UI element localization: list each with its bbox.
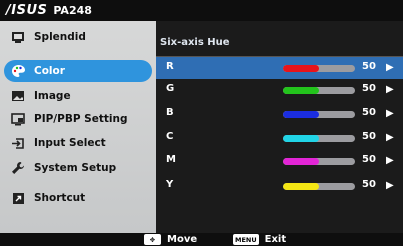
- brand-logo: /ISUS: [6, 3, 48, 18]
- arrow-right-icon: ▶: [386, 108, 394, 119]
- model-name: PA248: [53, 4, 92, 17]
- exit-label: Exit: [264, 234, 287, 245]
- slider-track[interactable]: [283, 183, 355, 190]
- pip-icon: [10, 111, 26, 127]
- sidebar-item-label: Input Select: [34, 137, 106, 149]
- sidebar-item-label: Shortcut: [34, 192, 86, 204]
- sidebar-item-pip-pbp[interactable]: PIP/PBP Setting: [4, 108, 152, 130]
- sidebar-item-shortcut[interactable]: Shortcut: [4, 187, 152, 209]
- wrench-icon: [10, 160, 26, 176]
- slider-label: Y: [166, 179, 174, 190]
- slider-value: 50: [362, 179, 376, 190]
- arrow-right-icon: ▶: [386, 132, 394, 143]
- arrow-right-icon: ▶: [386, 155, 394, 166]
- slider-track[interactable]: [283, 135, 355, 142]
- slider-track[interactable]: [283, 87, 355, 94]
- arrow-right-icon: ▶: [386, 62, 394, 73]
- slider-row-m[interactable]: M 50 ▶: [156, 150, 403, 172]
- shortcut-icon: [10, 190, 26, 206]
- slider-label: C: [166, 131, 174, 142]
- arrow-right-icon: ▶: [386, 84, 394, 95]
- slider-value: 50: [362, 154, 376, 165]
- slider-fill: [283, 183, 319, 190]
- sidebar-item-image[interactable]: Image: [4, 85, 152, 107]
- slider-value: 50: [362, 131, 376, 142]
- slider-fill: [283, 87, 319, 94]
- slider-row-g[interactable]: G 50 ▶: [156, 79, 403, 101]
- sidebar-item-label: Color: [34, 65, 65, 77]
- slider-fill: [283, 65, 319, 72]
- slider-row-y[interactable]: Y 50 ▶: [156, 175, 403, 197]
- slider-label: G: [166, 83, 175, 94]
- slider-value: 50: [362, 83, 376, 94]
- panel-title: Six-axis Hue: [160, 37, 230, 48]
- slider-track[interactable]: [283, 158, 355, 165]
- settings-panel: Six-axis Hue R 50 ▶ G 50 ▶ B 50 ▶ C 50 ▶: [156, 21, 403, 233]
- title-bar: /ISUS PA248: [0, 0, 403, 21]
- slider-value: 50: [362, 61, 376, 72]
- color-palette-icon: [10, 63, 26, 79]
- joystick-icon: ✥: [144, 234, 161, 245]
- slider-fill: [283, 135, 319, 142]
- slider-row-r[interactable]: R 50 ▶: [156, 57, 403, 79]
- menu-key-icon: MENU: [233, 234, 259, 245]
- sidebar-item-color[interactable]: Color: [4, 60, 152, 82]
- slider-label: B: [166, 107, 174, 118]
- input-select-icon: [10, 135, 26, 151]
- sidebar-item-input-select[interactable]: Input Select: [4, 132, 152, 154]
- sidebar-item-label: System Setup: [34, 162, 117, 174]
- sidebar-item-splendid[interactable]: Splendid: [4, 26, 152, 48]
- slider-track[interactable]: [283, 65, 355, 72]
- slider-fill: [283, 111, 319, 118]
- slider-label: R: [166, 61, 174, 72]
- move-hint: ✥ Move: [144, 234, 197, 245]
- sidebar-item-label: Image: [34, 90, 71, 102]
- sidebar-item-label: Splendid: [34, 31, 86, 43]
- slider-value: 50: [362, 107, 376, 118]
- slider-row-b[interactable]: B 50 ▶: [156, 103, 403, 125]
- splendid-icon: [10, 29, 26, 45]
- slider-label: M: [166, 154, 176, 165]
- osd-menu: /ISUS PA248 Splendid Color Image PIP/PBP…: [0, 0, 403, 246]
- exit-hint: MENU Exit: [233, 234, 286, 245]
- sidebar: Splendid Color Image PIP/PBP Setting Inp: [0, 21, 156, 233]
- slider-row-c[interactable]: C 50 ▶: [156, 127, 403, 149]
- slider-track[interactable]: [283, 111, 355, 118]
- sidebar-item-system-setup[interactable]: System Setup: [4, 157, 152, 179]
- footer-bar: ✥ Move MENU Exit: [0, 233, 403, 246]
- arrow-right-icon: ▶: [386, 180, 394, 191]
- sidebar-item-label: PIP/PBP Setting: [34, 113, 128, 125]
- slider-fill: [283, 158, 319, 165]
- image-icon: [10, 88, 26, 104]
- move-label: Move: [167, 234, 198, 245]
